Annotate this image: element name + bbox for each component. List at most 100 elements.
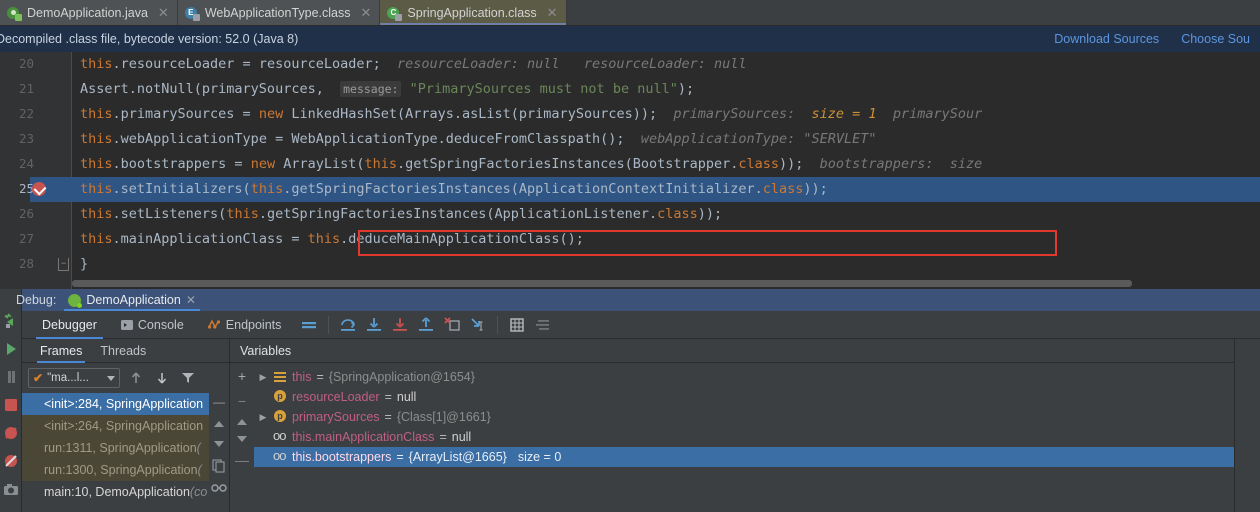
frame-list[interactable]: <init>:284, SpringApplication <init>:264,…	[22, 393, 209, 512]
frames-down-icon[interactable]	[154, 370, 170, 386]
stop-icon[interactable]	[3, 397, 19, 413]
editor-tab-webapplicationtype[interactable]: E WebApplicationType.class ✕	[177, 0, 381, 25]
code-token: ));	[779, 156, 804, 172]
force-step-into-icon[interactable]	[390, 315, 410, 335]
evaluate-expression-icon[interactable]	[507, 315, 527, 335]
scroll-up-icon[interactable]	[212, 419, 226, 429]
code-line[interactable]: 27 this.mainApplicationClass = this.deduc…	[0, 227, 1260, 252]
step-into-icon[interactable]	[364, 315, 384, 335]
endpoints-icon	[207, 318, 221, 331]
copy-icon[interactable]	[212, 459, 226, 473]
tab-console[interactable]: Console	[109, 311, 196, 339]
close-icon[interactable]: ✕	[547, 5, 558, 21]
breakpoint-icon[interactable]	[32, 182, 46, 196]
code-line[interactable]: 22 this.primarySources = new LinkedHashSe…	[0, 102, 1260, 127]
frame-row[interactable]: run:1311, SpringApplication (	[22, 437, 209, 459]
rerun-icon[interactable]	[3, 313, 19, 329]
scroll-down-icon[interactable]	[212, 439, 226, 449]
mute-breakpoints-icon[interactable]	[3, 425, 19, 441]
code-token: primarySour	[876, 106, 983, 122]
tab-debugger[interactable]: Debugger	[30, 311, 109, 339]
frame-label: run:1311, SpringApplication	[44, 441, 197, 455]
variable-equals: =	[384, 390, 392, 404]
variables-pane: Variables + − — ▶ this = {SpringApplicat…	[230, 339, 1234, 512]
editor-horizontal-scrollbar[interactable]	[72, 280, 1132, 287]
step-out-icon[interactable]	[416, 315, 436, 335]
code-line[interactable]: 20 this.resourceLoader = resourceLoader; …	[0, 52, 1260, 77]
expand-arrow-icon[interactable]: ▶	[258, 372, 268, 383]
expand-arrow-icon[interactable]: ▶	[258, 412, 268, 423]
settings-camera-icon[interactable]	[3, 481, 19, 497]
view-breakpoints-icon[interactable]	[3, 453, 19, 469]
code-token: this	[364, 156, 397, 172]
download-sources-link[interactable]: Download Sources	[1054, 32, 1159, 46]
editor-tab-label: SpringApplication.class	[407, 5, 537, 20]
frame-row[interactable]: <init>:284, SpringApplication	[22, 393, 209, 415]
editor-tab-demoapplication[interactable]: DemoApplication.java ✕	[0, 0, 178, 25]
code-token: primarySources:	[657, 106, 812, 122]
close-icon[interactable]: ✕	[158, 5, 169, 21]
run-to-cursor-icon[interactable]	[468, 315, 488, 335]
frames-up-icon[interactable]	[128, 370, 144, 386]
frame-row[interactable]: <init>:264, SpringApplication	[22, 415, 209, 437]
variables-list[interactable]: ▶ this = {SpringApplication@1654} ▶ resourceL…	[254, 363, 1234, 512]
code-fold-icon[interactable]: −	[58, 258, 69, 271]
thread-selector[interactable]: ✔ "ma...l...	[28, 368, 120, 388]
code-line[interactable]: 23 this.webApplicationType = WebApplicati…	[0, 127, 1260, 152]
tab-threads-label: Threads	[100, 343, 147, 358]
variable-row[interactable]: ▶this.bootstrappers={ArrayList@1665}size…	[254, 447, 1234, 467]
move-down-icon[interactable]	[236, 435, 248, 443]
debug-session-header: Debug: DemoApplication ✕	[16, 289, 1260, 311]
frames-pane: Frames Threads ✔ "ma...l... <init>:284, …	[22, 339, 230, 512]
code-line[interactable]: 25 this.setInitializers(this.getSpringFac…	[0, 177, 1260, 202]
choose-sources-link[interactable]: Choose Sou	[1181, 32, 1250, 46]
code-token: .setListeners(	[112, 206, 227, 222]
step-over-icon[interactable]	[338, 315, 358, 335]
drop-frame-icon[interactable]	[442, 315, 462, 335]
add-watch-icon[interactable]: +	[238, 368, 246, 384]
code-editor[interactable]: 20 this.resourceLoader = resourceLoader; …	[0, 52, 1260, 289]
debug-body: Debug: DemoApplication ✕ Debugger Consol…	[16, 289, 1260, 512]
move-up-icon[interactable]	[236, 418, 248, 426]
code-line[interactable]: 28 −}	[0, 252, 1260, 277]
tab-endpoints[interactable]: Endpoints	[196, 311, 294, 339]
frame-row[interactable]: run:1300, SpringApplication (	[22, 459, 209, 481]
toolbar-divider	[497, 315, 499, 334]
variable-row[interactable]: ▶resourceLoader=null	[254, 387, 1234, 407]
code-token: .setInitializers(	[112, 181, 251, 197]
code-line[interactable]: 21 Assert.notNull(primarySources, message…	[0, 77, 1260, 102]
watch-icon	[273, 448, 287, 464]
console-icon	[120, 319, 133, 331]
tab-threads[interactable]: Threads	[100, 339, 146, 363]
close-icon[interactable]: ✕	[186, 293, 196, 307]
frame-row[interactable]: main:10, DemoApplication (co	[22, 481, 209, 503]
code-line[interactable]: 24 this.bootstrappers = new ArrayList(thi…	[0, 152, 1260, 177]
editor-tab-springapplication[interactable]: C SpringApplication.class ✕	[380, 0, 567, 25]
tab-frames[interactable]: Frames	[36, 339, 86, 363]
code-text: this.setListeners(this.getSpringFactorie…	[80, 205, 722, 224]
line-number: 22	[18, 106, 34, 121]
code-text: this.webApplicationType = WebApplication…	[80, 130, 877, 149]
variable-row[interactable]: ▶ primarySources = {Class[1]@1661}	[254, 407, 1234, 427]
debug-session-tab[interactable]: DemoApplication ✕	[62, 289, 202, 311]
code-token: ));	[803, 181, 828, 197]
code-line[interactable]: 26 this.setListeners(this.getSpringFactor…	[0, 202, 1260, 227]
code-token: class	[657, 206, 698, 222]
param-icon	[273, 410, 287, 424]
frames-filter-icon[interactable]	[180, 370, 196, 386]
watch-glasses-icon[interactable]	[211, 483, 227, 493]
settings-list-icon[interactable]	[533, 315, 553, 335]
close-icon[interactable]: ✕	[361, 5, 372, 21]
frame-label: <init>:284, SpringApplication	[44, 397, 204, 411]
code-token: Assert.notNull(primarySources,	[80, 81, 341, 97]
variable-row[interactable]: ▶this.mainApplicationClass=null	[254, 427, 1234, 447]
variables-more-icon[interactable]: —	[235, 452, 249, 468]
pause-program-icon[interactable]	[3, 369, 19, 385]
resume-program-icon[interactable]	[3, 341, 19, 357]
layout-settings-icon[interactable]	[299, 315, 319, 335]
collapse-icon[interactable]: —	[213, 395, 225, 409]
toolbar-divider	[328, 315, 330, 334]
remove-watch-icon[interactable]: −	[238, 393, 246, 409]
variable-row[interactable]: ▶ this = {SpringApplication@1654}	[254, 367, 1234, 387]
